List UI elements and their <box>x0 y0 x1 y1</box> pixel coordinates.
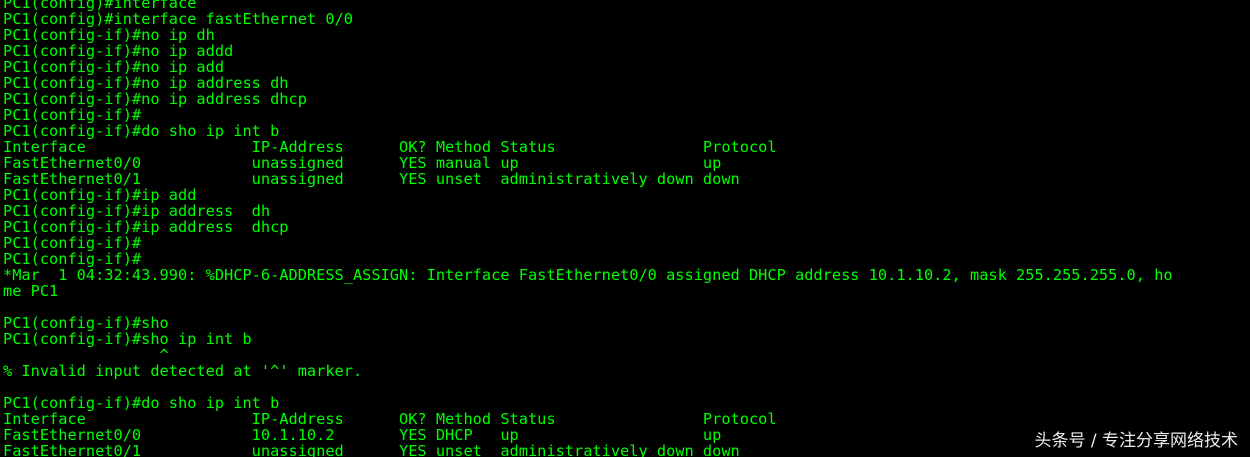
terminal-line: *Mar 1 04:32:43.990: %DHCP-6-ADDRESS_ASS… <box>3 266 1173 284</box>
terminal-line: PC1(config-if)# <box>3 106 142 124</box>
terminal-line: Interface IP-Address OK? Method Status P… <box>3 410 777 428</box>
terminal-line: Interface IP-Address OK? Method Status P… <box>3 138 777 156</box>
terminal-line: PC1(config-if)#no ip dh <box>3 26 215 44</box>
terminal-line: PC1(config-if)#ip address dh <box>3 202 271 220</box>
terminal-line: FastEthernet0/1 unassigned YES unset adm… <box>3 442 740 457</box>
terminal-line: PC1(config-if)#do sho ip int b <box>3 122 280 140</box>
terminal-line: PC1(config-if)#sho ip int b <box>3 330 252 348</box>
terminal-line: ^ <box>3 346 169 364</box>
terminal-line: PC1(config-if)#ip add <box>3 186 197 204</box>
terminal-line: PC1(config-if)#do sho ip int b <box>3 394 280 412</box>
terminal-line: PC1(config-if)#sho <box>3 314 169 332</box>
terminal-line: PC1(config-if)#no ip address dh <box>3 74 289 92</box>
terminal-line: FastEthernet0/0 unassigned YES manual up… <box>3 154 722 172</box>
terminal-line: PC1(config-if)# <box>3 250 142 268</box>
terminal-line: FastEthernet0/1 unassigned YES unset adm… <box>3 170 740 188</box>
terminal-line: PC1(config-if)#no ip address dhcp <box>3 90 307 108</box>
terminal-line: me PC1 <box>3 282 59 300</box>
terminal-line: PC1(config-if)#ip address dhcp <box>3 218 289 236</box>
terminal-line: FastEthernet0/0 10.1.10.2 YES DHCP up up <box>3 426 722 444</box>
terminal-line: PC1(config-if)# <box>3 234 142 252</box>
terminal-line: PC1(config-if)#no ip addd <box>3 42 234 60</box>
terminal-line: PC1(config)#interface fastEthernet 0/0 <box>3 10 353 28</box>
terminal-window[interactable]: PC1(config)#interface PC1(config)#interfa… <box>0 0 1250 457</box>
terminal-line: % Invalid input detected at '^' marker. <box>3 362 363 380</box>
terminal-output: PC1(config)#interface PC1(config)#interfa… <box>3 0 1173 457</box>
watermark-text: 头条号 / 专注分享网络技术 <box>1034 431 1238 451</box>
terminal-line: PC1(config-if)#no ip add <box>3 58 225 76</box>
